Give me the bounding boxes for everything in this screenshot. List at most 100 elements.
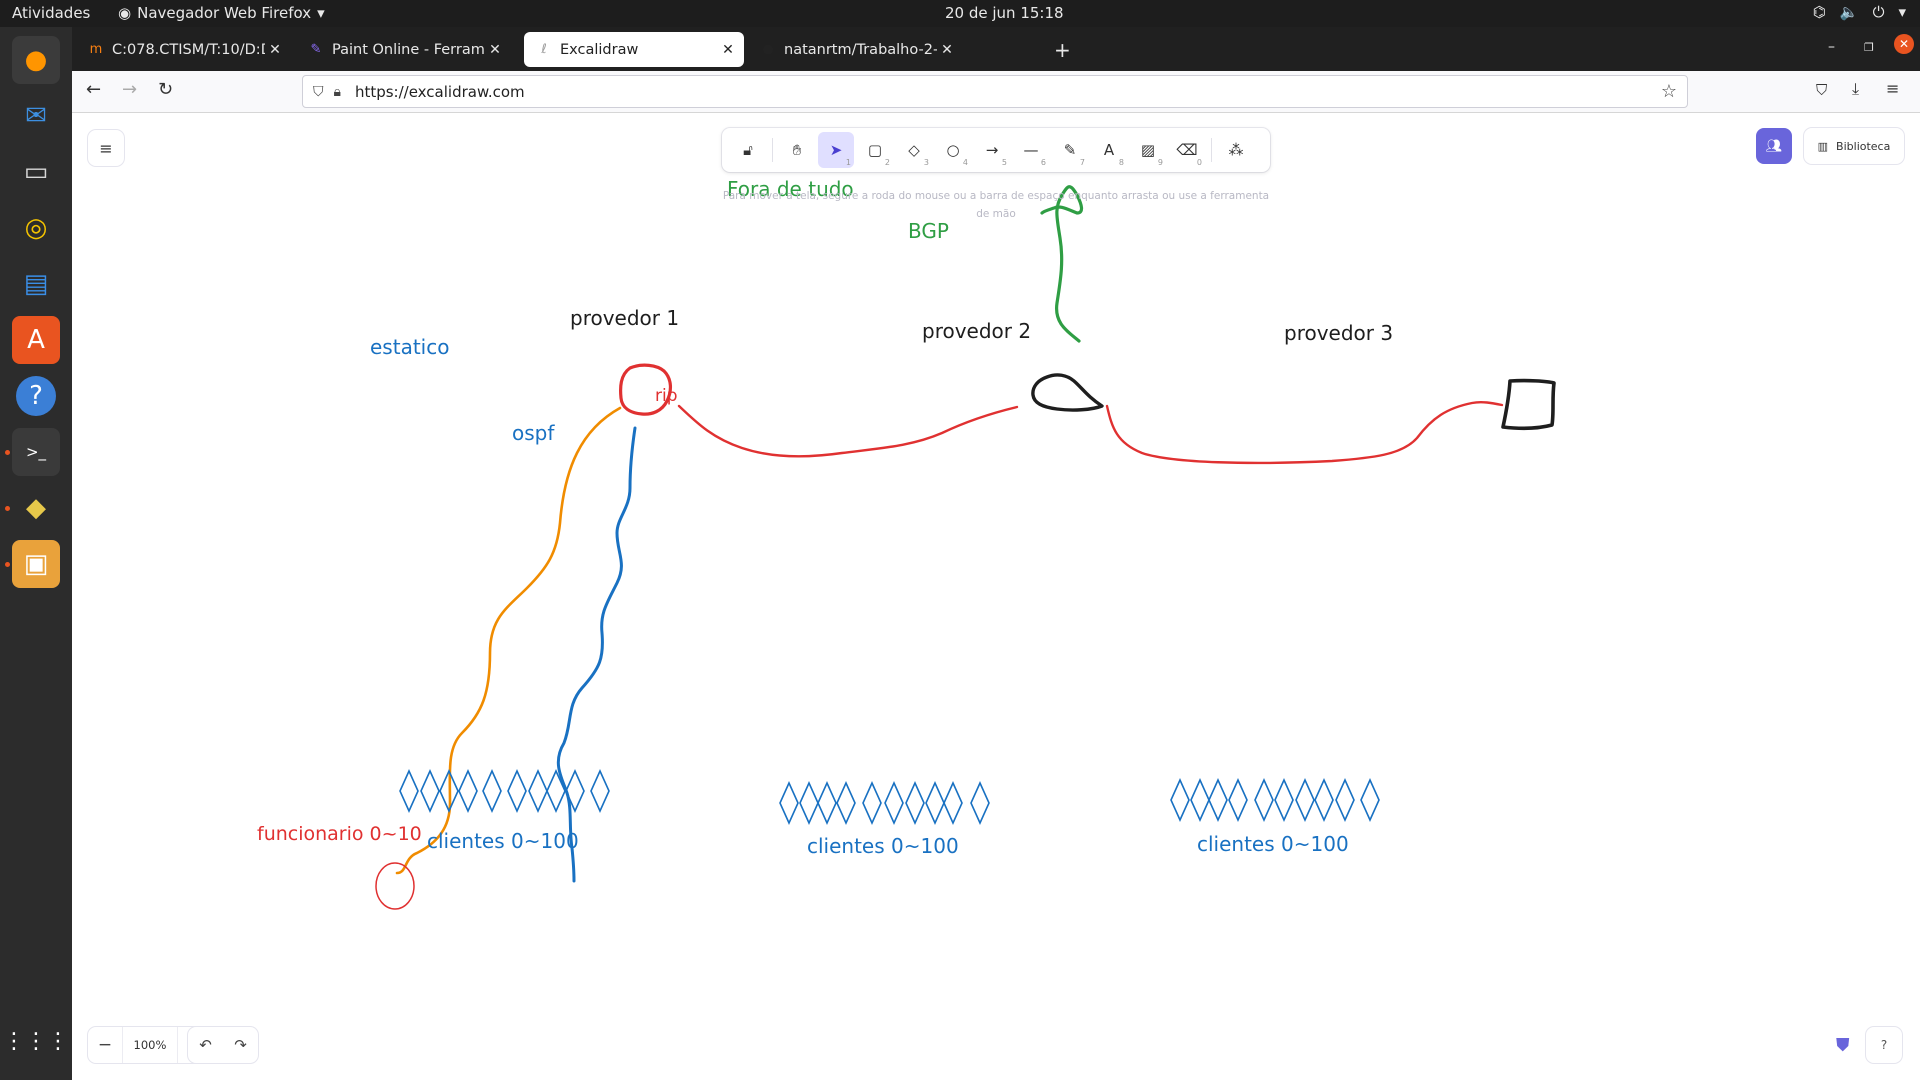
url-bar[interactable]: ⛉ 🔒︎ https://excalidraw.com ☆ — [302, 75, 1688, 108]
encryption-shield-icon[interactable]: ⛊ — [1836, 1035, 1850, 1056]
clock[interactable]: 20 de jun 15:18 — [945, 4, 1064, 22]
cliente-diamond[interactable] — [925, 781, 945, 825]
cliente-diamond[interactable] — [779, 781, 799, 825]
downloads-icon[interactable]: ⤓ — [1852, 79, 1859, 99]
cliente-diamond[interactable] — [905, 781, 925, 825]
tab-github[interactable]: ● natanrtm/Trabalho-2-o-r ✕ — [748, 32, 963, 67]
label-provedor-2[interactable]: provedor 2 — [922, 319, 1031, 343]
cliente-diamond[interactable] — [1254, 778, 1274, 822]
rip-links[interactable] — [677, 400, 1504, 465]
rectangle-tool-button[interactable]: ▢ 2 — [857, 132, 893, 168]
tab-moodle[interactable]: m C:078.CTISM/T:10/D:DPA ✕ — [76, 32, 291, 67]
cliente-diamond[interactable] — [1274, 778, 1294, 822]
funcionario-ellipse[interactable] — [375, 862, 415, 910]
cliente-diamond[interactable] — [1314, 778, 1334, 822]
forward-button[interactable]: → — [122, 79, 137, 100]
label-provedor-3[interactable]: provedor 3 — [1284, 321, 1393, 345]
bookmark-star-icon[interactable]: ☆ — [1661, 81, 1677, 102]
close-tab-icon[interactable]: ✕ — [718, 42, 738, 58]
label-clientes-3[interactable]: clientes 0~100 — [1197, 832, 1349, 856]
hand-tool-button[interactable]: ✋︎ — [779, 132, 815, 168]
redo-button[interactable]: ↷ — [223, 1036, 258, 1054]
firefox-icon[interactable]: ● — [12, 36, 60, 84]
label-estatico[interactable]: estatico — [370, 335, 449, 359]
cliente-diamond[interactable] — [1360, 778, 1380, 822]
activities-button[interactable]: Atividades — [12, 4, 90, 22]
cliente-diamond[interactable] — [817, 781, 837, 825]
label-clientes-1[interactable]: clientes 0~100 — [427, 829, 579, 853]
clientes-diamonds[interactable] — [399, 769, 1380, 825]
label-provedor-1[interactable]: provedor 1 — [570, 306, 679, 330]
writer-icon[interactable]: ▤ — [12, 260, 60, 308]
label-funcionario[interactable]: funcionario 0~10 — [257, 823, 422, 845]
library-button[interactable]: ▥ Biblioteca — [1804, 128, 1904, 164]
image-tool-button[interactable]: ▨ 9 — [1130, 132, 1166, 168]
cliente-diamond[interactable] — [590, 769, 610, 813]
cliente-diamond[interactable] — [1170, 778, 1190, 822]
diamond-tool-button[interactable]: ◇ 3 — [896, 132, 932, 168]
extra-tools-button[interactable]: ⁂ — [1218, 132, 1254, 168]
back-button[interactable]: ← — [86, 79, 101, 100]
arrow-tool-button[interactable]: → 5 — [974, 132, 1010, 168]
lock-icon[interactable]: 🔒︎ — [334, 84, 341, 100]
cliente-diamond[interactable] — [1208, 778, 1228, 822]
cliente-diamond[interactable] — [528, 769, 548, 813]
software-center-icon[interactable]: A — [12, 316, 60, 364]
reload-button[interactable]: ↻ — [158, 79, 173, 100]
cliente-diamond[interactable] — [420, 769, 440, 813]
cliente-diamond[interactable] — [1295, 778, 1315, 822]
drawing-layer[interactable]: Fora de tudo BGP provedor 1 provedor 2 p… — [72, 113, 1920, 1080]
cliente-diamond[interactable] — [799, 781, 819, 825]
cliente-diamond[interactable] — [943, 781, 963, 825]
close-window-icon[interactable]: ✕ — [1894, 34, 1914, 54]
line-tool-button[interactable]: —6 — [1013, 132, 1049, 168]
label-rip[interactable]: rip — [655, 386, 678, 406]
terminal-icon[interactable]: >_ — [12, 428, 60, 476]
ellipse-tool-button[interactable]: ○ 4 — [935, 132, 971, 168]
files-icon[interactable]: ▭ — [12, 148, 60, 196]
cliente-diamond[interactable] — [507, 769, 527, 813]
close-tab-icon[interactable]: ✕ — [937, 42, 957, 58]
help-icon[interactable]: ? — [12, 372, 60, 420]
system-tray[interactable]: ⌬ 🔈 ⏻ ▾ — [1813, 3, 1906, 21]
new-tab-button[interactable]: + — [1054, 38, 1071, 62]
cliente-diamond[interactable] — [970, 781, 990, 825]
main-menu-button[interactable]: ≡ — [88, 130, 124, 166]
label-clientes-2[interactable]: clientes 0~100 — [807, 834, 959, 858]
show-apps-icon[interactable]: ⋮⋮⋮ — [3, 1017, 69, 1065]
cliente-diamond[interactable] — [836, 781, 856, 825]
close-tab-icon[interactable]: ✕ — [265, 42, 285, 58]
shield-icon[interactable]: ⛉ — [313, 84, 324, 100]
selection-tool-button[interactable]: ➤ 1 — [818, 132, 854, 168]
tab-excalidraw[interactable]: ℓ Excalidraw ✕ — [524, 32, 744, 67]
label-ospf[interactable]: ospf — [512, 421, 555, 445]
cliente-diamond[interactable] — [1228, 778, 1248, 822]
hamburger-menu-icon[interactable]: ≡ — [1886, 79, 1899, 98]
close-tab-icon[interactable]: ✕ — [485, 42, 505, 58]
app-menu[interactable]: ◉ Navegador Web Firefox ▾ — [118, 4, 325, 22]
zoom-out-button[interactable]: − — [88, 1035, 122, 1055]
cliente-diamond[interactable] — [862, 781, 882, 825]
provedor-3-shape[interactable] — [1501, 378, 1556, 431]
wireshark-icon[interactable]: ◆ — [12, 484, 60, 532]
live-collaboration-button[interactable]: 👥︎ — [1756, 128, 1792, 164]
restore-icon[interactable]: ❐ — [1864, 41, 1874, 54]
cliente-diamond[interactable] — [1190, 778, 1210, 822]
tab-paint-online[interactable]: ✎ Paint Online - Ferramenta ✕ — [296, 32, 511, 67]
draw-tool-button[interactable]: ✎ 7 — [1052, 132, 1088, 168]
pocket-icon[interactable]: ⛉ — [1816, 81, 1827, 99]
cliente-diamond[interactable] — [458, 769, 478, 813]
ospf-link[interactable] — [556, 426, 637, 883]
undo-button[interactable]: ↶ — [188, 1036, 223, 1054]
cliente-diamond[interactable] — [884, 781, 904, 825]
text-tool-button[interactable]: A8 — [1091, 132, 1127, 168]
excalidraw-canvas[interactable]: Fora de tudo BGP provedor 1 provedor 2 p… — [72, 113, 1920, 1080]
url-text[interactable]: https://excalidraw.com — [355, 83, 525, 101]
cliente-diamond[interactable] — [399, 769, 419, 813]
help-button[interactable]: ? — [1866, 1027, 1902, 1063]
provedor-2-shape[interactable] — [1031, 373, 1104, 412]
lock-tool-button[interactable]: 🔓︎ — [730, 132, 766, 168]
zoom-level-button[interactable]: 100% — [122, 1027, 178, 1063]
minimize-icon[interactable]: – — [1828, 39, 1835, 55]
eraser-tool-button[interactable]: ⌫ 0 — [1169, 132, 1205, 168]
